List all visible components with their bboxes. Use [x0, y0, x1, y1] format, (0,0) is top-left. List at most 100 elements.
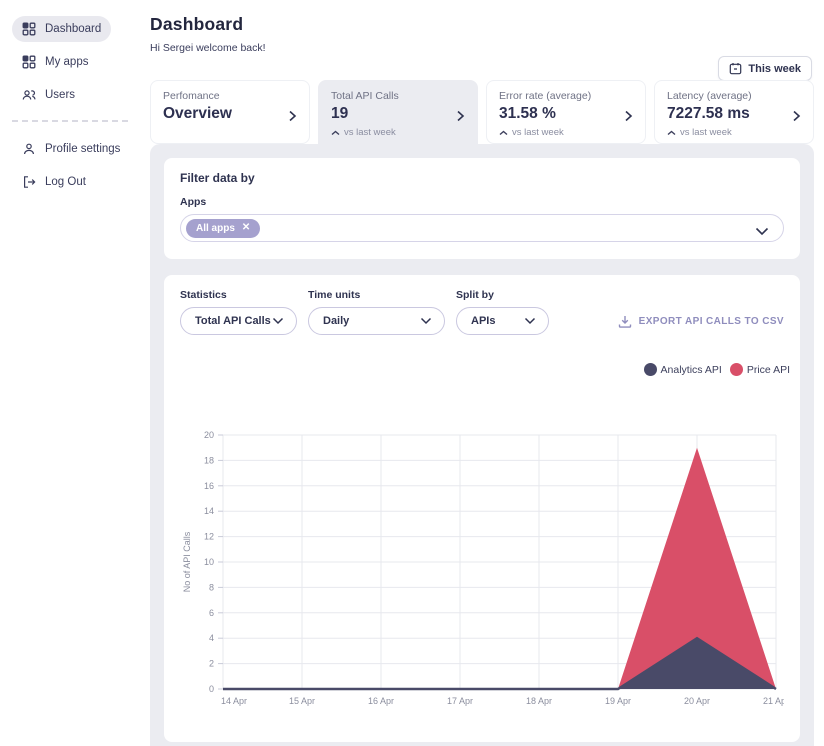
- svg-text:No of API Calls: No of API Calls: [182, 531, 192, 592]
- all-apps-chip[interactable]: All apps ✕: [186, 218, 261, 238]
- api-calls-area-chart: 0 2 4 6 8 10 12 14 16 18 20 14 Apr 15 Apr 16 Apr 17 Ap…: [180, 429, 789, 726]
- svg-text:2: 2: [209, 659, 214, 669]
- sidebar-item-users[interactable]: Users: [12, 82, 85, 108]
- tab-latency[interactable]: Latency (average) 7227.58 ms vs last wee…: [654, 80, 814, 144]
- chart-canvas: 0 2 4 6 8 10 12 14 16 18 20 14 Apr 15 Apr 16 Apr 17 Ap…: [182, 430, 789, 706]
- statistics-value: Total API Calls: [195, 315, 271, 327]
- time-units-value: Daily: [323, 315, 350, 327]
- sidebar-item-label: Log Out: [45, 176, 86, 188]
- tab-value: 7227.58 ms: [667, 105, 750, 122]
- chevron-right-icon: [624, 109, 633, 127]
- tab-sub: vs last week: [499, 127, 633, 138]
- sidebar-item-dashboard[interactable]: Dashboard: [12, 16, 112, 42]
- legend-item-price-api: Price API: [729, 363, 790, 376]
- chevron-right-icon: [792, 109, 801, 127]
- split-by-label: Split by: [456, 289, 494, 301]
- svg-text:14 Apr: 14 Apr: [221, 696, 247, 706]
- apps-label: Apps: [180, 196, 207, 208]
- export-csv-label: EXPORT API CALLS TO CSV: [638, 316, 784, 327]
- dashboard-panel: Filter data by Apps All apps ✕ Statistic…: [150, 144, 814, 746]
- svg-text:14: 14: [204, 506, 214, 516]
- page-title: Dashboard: [150, 14, 244, 34]
- tab-label: Error rate (average): [499, 90, 592, 102]
- tab-performance-overview[interactable]: Perfomance Overview: [150, 80, 310, 144]
- this-week-button[interactable]: This week: [718, 56, 812, 81]
- grid-icon: [22, 55, 36, 69]
- legend-dot: [643, 363, 657, 376]
- statistics-label: Statistics: [180, 289, 227, 301]
- svg-text:4: 4: [209, 633, 214, 643]
- tab-sub: vs last week: [331, 127, 465, 138]
- chevron-down-icon[interactable]: [755, 223, 769, 241]
- statistics-control: Statistics Total API Calls: [180, 289, 297, 335]
- calendar-icon: [729, 62, 742, 75]
- svg-text:6: 6: [209, 608, 214, 618]
- grid-icon: [22, 22, 36, 36]
- sidebar-item-my-apps[interactable]: My apps: [12, 49, 98, 75]
- person-icon: [22, 142, 36, 156]
- statistics-card: Statistics Total API Calls Time units Da…: [164, 275, 800, 742]
- time-units-control: Time units Daily: [308, 289, 445, 335]
- svg-text:8: 8: [209, 582, 214, 592]
- tab-value: 19: [331, 105, 349, 122]
- legend-label: Analytics API: [660, 363, 722, 376]
- chevron-down-icon: [272, 317, 284, 325]
- download-icon: [618, 315, 632, 328]
- legend-dot: [729, 363, 743, 376]
- svg-text:20: 20: [204, 430, 214, 440]
- svg-text:18 Apr: 18 Apr: [526, 696, 552, 706]
- svg-text:15 Apr: 15 Apr: [289, 696, 315, 706]
- caret-up-icon: [499, 130, 508, 136]
- tab-label: Perfomance: [163, 90, 220, 102]
- tab-error-rate[interactable]: Error rate (average) 31.58 % vs last wee…: [486, 80, 646, 144]
- svg-text:0: 0: [209, 684, 214, 694]
- tab-sub-label: vs last week: [512, 127, 564, 138]
- greeting-text: Hi Sergei welcome back!: [150, 42, 266, 54]
- tab-sub: vs last week: [667, 127, 801, 138]
- tab-total-api-calls[interactable]: Total API Calls 19 vs last week: [318, 80, 478, 154]
- split-by-value: APIs: [471, 315, 496, 327]
- close-icon[interactable]: ✕: [242, 223, 250, 233]
- time-units-select[interactable]: Daily: [308, 307, 445, 335]
- chip-label: All apps: [196, 222, 235, 234]
- split-by-control: Split by APIs: [456, 289, 549, 335]
- app-window: Dashboard My apps Users Profile settings: [0, 0, 824, 746]
- apps-multiselect[interactable]: All apps ✕: [180, 214, 784, 242]
- tab-value: 31.58 %: [499, 105, 556, 122]
- tab-sub-label: vs last week: [344, 127, 396, 138]
- export-csv-link[interactable]: EXPORT API CALLS TO CSV: [618, 315, 784, 328]
- legend-label: Price API: [746, 363, 790, 376]
- statistics-select[interactable]: Total API Calls: [180, 307, 297, 335]
- chevron-right-icon: [456, 109, 465, 127]
- main-content: Dashboard Hi Sergei welcome back! This w…: [140, 0, 824, 746]
- sidebar-item-label: Users: [45, 89, 76, 101]
- sidebar-item-label: Profile settings: [45, 143, 121, 155]
- svg-text:19 Apr: 19 Apr: [605, 696, 631, 706]
- caret-up-icon: [667, 130, 676, 136]
- filter-card: Filter data by Apps All apps ✕: [164, 158, 800, 259]
- sidebar-item-profile-settings[interactable]: Profile settings: [12, 136, 130, 162]
- logout-icon: [22, 175, 36, 189]
- sidebar-divider: [12, 120, 128, 122]
- sidebar-item-label: My apps: [45, 56, 89, 68]
- sidebar-item-label: Dashboard: [45, 23, 102, 35]
- time-units-label: Time units: [308, 289, 361, 301]
- stat-tabs: Perfomance Overview Total API Calls 19 v…: [150, 80, 814, 154]
- legend-item-analytics-api: Analytics API: [643, 363, 722, 376]
- svg-text:18: 18: [204, 455, 214, 465]
- tab-sub-label: vs last week: [680, 127, 732, 138]
- svg-text:10: 10: [204, 557, 214, 567]
- chevron-right-icon: [288, 109, 297, 127]
- users-icon: [22, 88, 36, 102]
- svg-text:20 Apr: 20 Apr: [684, 696, 710, 706]
- chevron-down-icon: [524, 317, 536, 325]
- caret-up-icon: [331, 130, 340, 136]
- split-by-select[interactable]: APIs: [456, 307, 549, 335]
- tab-label: Latency (average): [667, 90, 752, 102]
- chart-legend: Analytics API Price API: [643, 363, 790, 376]
- sidebar-item-log-out[interactable]: Log Out: [12, 169, 96, 195]
- chevron-down-icon: [420, 317, 432, 325]
- tab-value: Overview: [163, 105, 232, 122]
- this-week-label: This week: [748, 62, 801, 75]
- sidebar: Dashboard My apps Users Profile settings: [0, 0, 140, 746]
